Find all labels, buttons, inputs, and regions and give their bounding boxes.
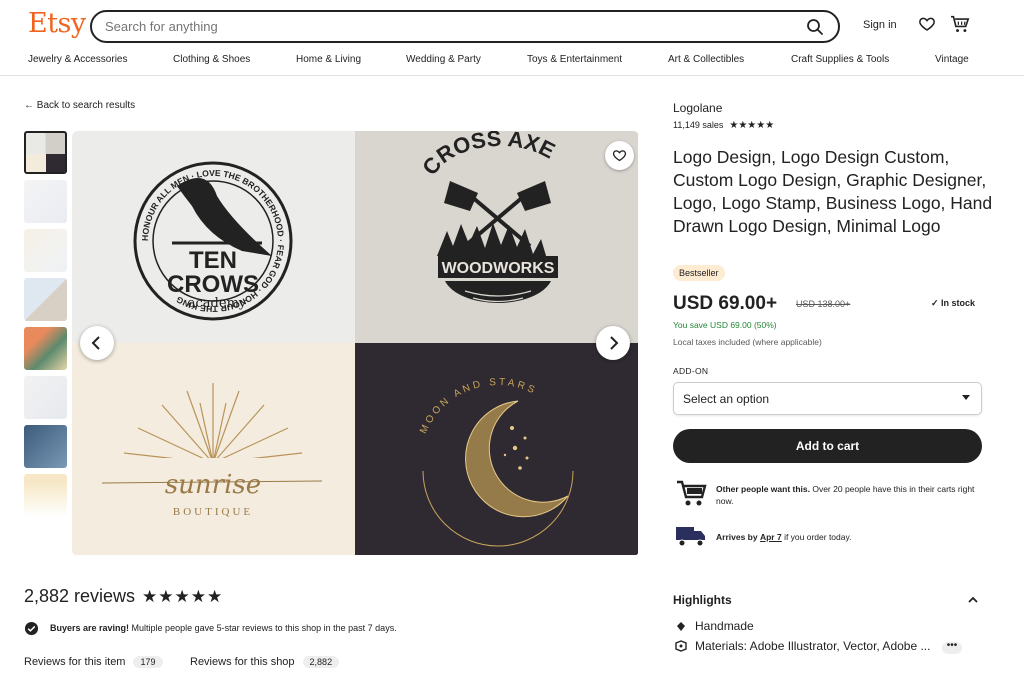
stock-label: In stock — [941, 298, 976, 308]
shop-rating-stars: ★★★★★ — [729, 120, 775, 131]
sunrise-text: sunrise — [165, 470, 261, 500]
category-craft[interactable]: Craft Supplies & Tools — [791, 54, 889, 65]
heart-icon — [612, 150, 627, 162]
sunrise-logo-art: sunrise BOUTIQUE — [101, 383, 323, 518]
category-nav: Jewelry & Accessories Clothing & Shoes H… — [0, 54, 1024, 70]
thumbnail-7[interactable] — [24, 425, 67, 468]
search-icon[interactable] — [806, 18, 824, 36]
shopping-cart-icon — [677, 480, 707, 506]
etsy-logo[interactable]: Etsy — [28, 8, 86, 39]
demand-bold: Other people want this. — [716, 484, 810, 494]
tab-reviews-item-label: Reviews for this item — [24, 656, 126, 668]
more-options-icon[interactable]: ••• — [942, 641, 962, 654]
cross-axe-logo-image: CROSS AXE WOODWORKS — [355, 131, 638, 343]
arrives-date[interactable]: Apr 7 — [760, 532, 782, 542]
tab-reviews-item-count: 179 — [133, 656, 163, 668]
search-bar[interactable]: Search for anything — [90, 10, 840, 43]
thumbnail-3[interactable] — [24, 229, 67, 272]
shop-sales: 11,149 sales ★★★★★ — [673, 120, 774, 131]
cross-axe-title: CROSS AXE — [417, 131, 559, 180]
chevron-left-icon — [91, 336, 100, 350]
caret-down-icon — [962, 395, 970, 400]
back-link[interactable]: ← Back to search results — [24, 100, 135, 111]
thumbnail-5[interactable] — [24, 327, 67, 370]
ten-crows-line2: CROWS — [167, 271, 259, 298]
thumbnail-2[interactable] — [24, 180, 67, 223]
thumbnail-6[interactable] — [24, 376, 67, 419]
highlight-materials: Materials: Adobe Illustrator, Vector, Ad… — [695, 639, 931, 653]
tab-reviews-shop[interactable]: Reviews for this shop 2,882 — [190, 656, 340, 668]
gallery-prev-button[interactable] — [80, 326, 114, 360]
cart-icon[interactable] — [950, 15, 970, 33]
handmade-icon — [677, 622, 685, 631]
boutique-text: BOUTIQUE — [173, 506, 253, 518]
gallery-next-button[interactable] — [596, 326, 630, 360]
product-gallery[interactable]: TEN CROWS academy HONOUR ALL MEN · LOVE … — [72, 131, 639, 556]
addon-label: ADD-ON — [673, 366, 709, 376]
highlights-header[interactable]: Highlights — [673, 593, 732, 607]
thumbnail-strip — [24, 131, 67, 523]
addon-select-value: Select an option — [683, 392, 770, 406]
category-wedding[interactable]: Wedding & Party — [406, 54, 481, 65]
product-title: Logo Design, Logo Design Custom, Custom … — [673, 147, 993, 236]
woodworks-text: WOODWORKS — [442, 260, 555, 277]
savings-text: You save USD 69.00 (50%) — [673, 320, 777, 330]
raving-bold: Buyers are raving! — [50, 623, 130, 633]
category-vintage[interactable]: Vintage — [935, 54, 969, 65]
ten-crows-line1: TEN — [189, 247, 237, 274]
search-input[interactable]: Search for anything — [105, 19, 218, 34]
tab-reviews-shop-label: Reviews for this shop — [190, 656, 295, 668]
raving-text: Multiple people gave 5-star reviews to t… — [129, 623, 397, 633]
demand-notice: Other people want this. Over 20 people h… — [716, 483, 986, 507]
category-home[interactable]: Home & Living — [296, 54, 361, 65]
thumbnail-4[interactable] — [24, 278, 67, 321]
category-jewelry[interactable]: Jewelry & Accessories — [28, 54, 127, 65]
delivery-truck-icon — [676, 527, 705, 547]
sales-count: 11,149 sales — [673, 120, 724, 130]
bestseller-badge: Bestseller — [673, 265, 725, 281]
original-price: USD 138.00+ — [796, 299, 851, 309]
thumbnail-1[interactable] — [24, 131, 67, 174]
thumbnail-8[interactable] — [24, 474, 67, 517]
tab-reviews-shop-count: 2,882 — [302, 656, 340, 668]
buyers-raving-notice: Buyers are raving! Multiple people gave … — [50, 623, 397, 633]
category-clothing[interactable]: Clothing & Shoes — [173, 54, 250, 65]
product-price: USD 69.00+ — [673, 293, 778, 314]
highlight-handmade: Handmade — [695, 619, 754, 633]
stock-status: ✓ In stock — [931, 298, 975, 309]
moon-stars-logo-art: MOON AND STARS — [418, 377, 574, 547]
shop-name[interactable]: Logolane — [673, 101, 722, 115]
add-to-cart-button[interactable]: Add to cart — [673, 429, 982, 463]
sign-in-link[interactable]: Sign in — [863, 19, 897, 31]
heart-icon[interactable] — [918, 15, 936, 33]
moon-stars-logo-image: MOON AND STARS — [355, 343, 638, 555]
tab-reviews-item[interactable]: Reviews for this item 179 — [24, 656, 163, 668]
chevron-right-icon — [610, 336, 619, 350]
addon-select[interactable]: Select an option — [673, 382, 982, 415]
arrow-left-icon: ← — [24, 100, 34, 111]
site-header: Etsy Search for anything Sign in Jewelry… — [0, 0, 1024, 76]
reviews-stars: ★★★★★ — [142, 587, 224, 606]
category-art[interactable]: Art & Collectibles — [668, 54, 744, 65]
reviews-count: 2,882 reviews — [24, 586, 136, 606]
arrives-text: if you order today. — [781, 532, 852, 542]
favorite-button[interactable] — [605, 141, 634, 170]
cross-axe-logo-art: CROSS AXE WOODWORKS — [417, 131, 559, 303]
category-toys[interactable]: Toys & Entertainment — [527, 54, 622, 65]
sunrise-logo-image: sunrise BOUTIQUE — [72, 343, 355, 555]
award-icon — [24, 621, 39, 636]
arrives-bold: Arrives by — [716, 532, 758, 542]
materials-icon — [675, 640, 687, 652]
tax-note: Local taxes included (where applicable) — [673, 337, 822, 347]
ten-crows-logo-art: TEN CROWS academy HONOUR ALL MEN · LOVE … — [133, 161, 293, 321]
delivery-estimate: Arrives by Apr 7 if you order today. — [716, 531, 851, 543]
back-link-label: Back to search results — [36, 100, 136, 111]
checkmark-icon: ✓ — [931, 298, 942, 308]
chevron-up-icon[interactable] — [968, 595, 978, 605]
ten-crows-logo-image: TEN CROWS academy HONOUR ALL MEN · LOVE … — [72, 131, 355, 343]
